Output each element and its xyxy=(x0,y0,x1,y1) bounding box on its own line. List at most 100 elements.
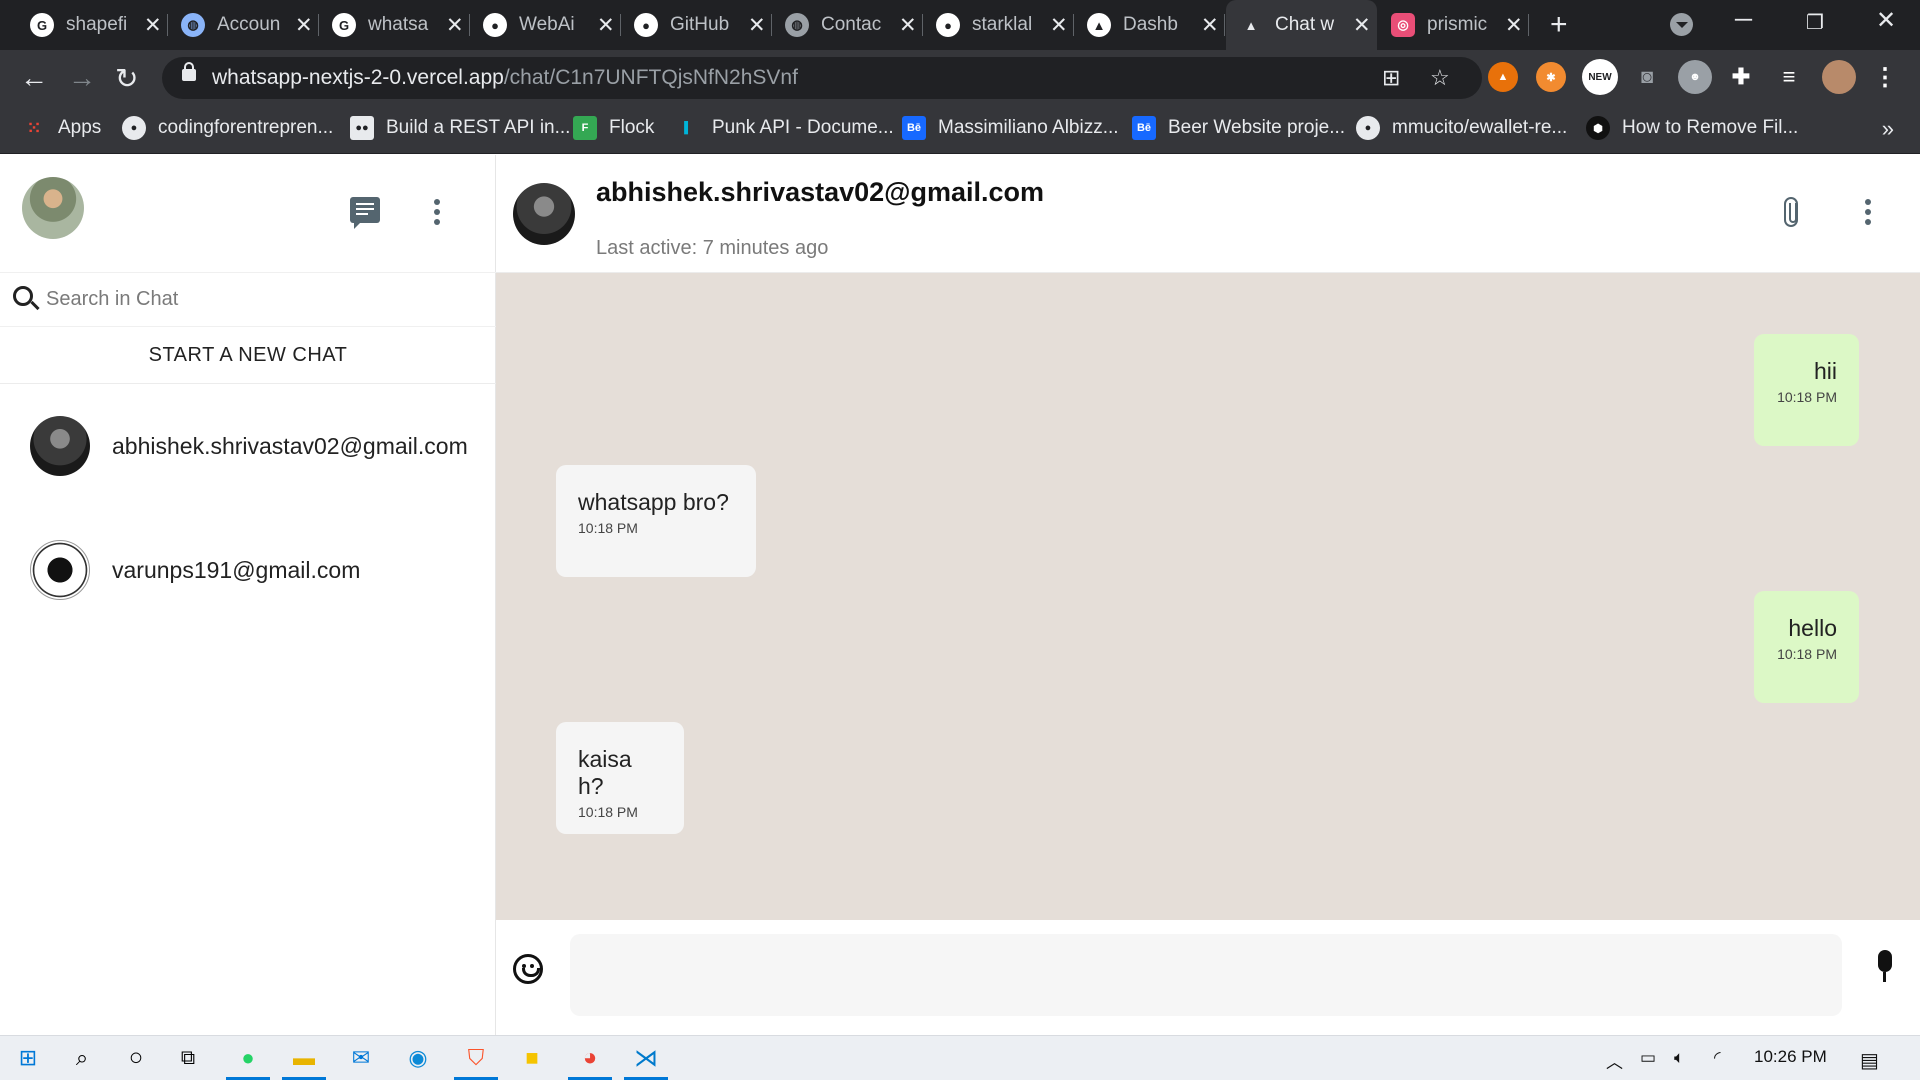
browser-tab[interactable]: ● starklal ✕ xyxy=(923,0,1074,50)
tab-title: Accoun xyxy=(217,14,281,35)
new-chat-icon[interactable] xyxy=(350,197,380,229)
browser-tab[interactable]: ◎ prismic ✕ xyxy=(1378,0,1529,50)
bookmark-star-icon[interactable]: ☆ xyxy=(1430,65,1450,91)
more-bookmarks-icon[interactable]: » xyxy=(1882,116,1894,142)
bookmark-item[interactable]: Bē Beer Website proje... xyxy=(1132,116,1345,140)
browser-tab[interactable]: ▲ Dashb ✕ xyxy=(1074,0,1225,50)
vercel-icon: ▲ xyxy=(1087,13,1111,37)
search-icon[interactable]: ⌕ xyxy=(68,1044,96,1072)
start-new-chat-button[interactable]: START A NEW CHAT xyxy=(0,327,496,384)
bookmark-label: Beer Website proje... xyxy=(1168,117,1346,138)
github-icon: ● xyxy=(634,13,658,37)
close-tab-icon[interactable]: ✕ xyxy=(446,13,464,38)
bookmark-item[interactable]: ⬢ How to Remove Fil... xyxy=(1586,116,1798,140)
chat-panel: abhishek.shrivastav02@gmail.com Last act… xyxy=(496,155,1920,1035)
cortana-icon[interactable]: ○ xyxy=(122,1044,150,1072)
browser-tab[interactable]: ● GitHub ✕ xyxy=(621,0,772,50)
message-text: hello xyxy=(1788,615,1837,641)
chrome-menu-icon[interactable]: ⋮ xyxy=(1870,62,1900,92)
close-tab-icon[interactable]: ✕ xyxy=(1505,13,1523,38)
file-explorer-icon[interactable]: ▬ xyxy=(282,1044,326,1080)
browser-tab[interactable]: G shapefi ✕ xyxy=(17,0,168,50)
bookmark-label: Flock xyxy=(609,117,655,138)
user-avatar[interactable] xyxy=(22,177,84,239)
contact-avatar xyxy=(30,540,90,600)
message-sent: hello 10:18 PM xyxy=(1754,591,1859,703)
close-tab-icon[interactable]: ✕ xyxy=(597,13,615,38)
reading-list-icon[interactable]: ≡ xyxy=(1774,62,1804,92)
close-tab-icon[interactable]: ✕ xyxy=(899,13,917,38)
url-text[interactable]: whatsapp-nextjs-2-0.vercel.app/chat/C1n7… xyxy=(212,66,798,90)
extension-profile-icon[interactable]: ☻ xyxy=(1678,60,1712,94)
browser-tab[interactable]: G whatsa ✕ xyxy=(319,0,470,50)
bookmark-label: How to Remove Fil... xyxy=(1622,117,1799,138)
close-tab-icon[interactable]: ✕ xyxy=(1201,13,1219,38)
windows-start-icon[interactable]: ⊞ xyxy=(14,1044,42,1072)
camera-icon[interactable]: ◙ xyxy=(1632,62,1662,92)
close-tab-icon[interactable]: ✕ xyxy=(144,13,162,38)
install-app-icon[interactable]: ⊞ xyxy=(1382,65,1400,91)
close-tab-icon[interactable]: ✕ xyxy=(295,13,313,38)
search-input[interactable] xyxy=(46,285,466,313)
tab-title: GitHub xyxy=(670,14,730,35)
browser-tab[interactable]: ◍ Accoun ✕ xyxy=(168,0,319,50)
bookmark-label: Massimiliano Albizz... xyxy=(938,117,1119,138)
mail-icon[interactable]: ✉ xyxy=(347,1044,375,1072)
chat-search xyxy=(0,273,496,327)
notifications-icon[interactable]: ▤ xyxy=(1860,1048,1879,1073)
close-tab-icon[interactable]: ✕ xyxy=(1353,13,1371,38)
browser-tab[interactable]: ● WebAi ✕ xyxy=(470,0,621,50)
flock-icon: F xyxy=(573,116,597,140)
task-view-icon[interactable]: ⧉ xyxy=(174,1044,202,1072)
browser-tab-active[interactable]: ▲ Chat w ✕ xyxy=(1226,0,1377,50)
chrome-icon[interactable]: ◕ xyxy=(568,1044,612,1080)
bookmark-item[interactable]: ⁙ Apps xyxy=(22,116,101,140)
wifi-icon[interactable]: ◜ xyxy=(1714,1048,1721,1068)
battery-icon[interactable]: ▭ xyxy=(1640,1048,1656,1068)
address-bar[interactable]: whatsapp-nextjs-2-0.vercel.app/chat/C1n7… xyxy=(162,57,1482,99)
bookmark-item[interactable]: F Flock xyxy=(573,116,654,140)
behance-icon: Bē xyxy=(1132,116,1156,140)
browser-toolbar: ← → ↻ whatsapp-nextjs-2-0.vercel.app/cha… xyxy=(0,50,1920,106)
close-tab-icon[interactable]: ✕ xyxy=(1050,13,1068,38)
volume-icon[interactable]: 🔈︎ xyxy=(1674,1048,1684,1068)
back-icon[interactable]: ← xyxy=(20,62,48,94)
more-options-icon[interactable] xyxy=(434,199,440,229)
whatsapp-icon[interactable]: ● xyxy=(226,1044,270,1080)
contact-item[interactable]: varunps191@gmail.com xyxy=(0,508,496,632)
contact-item[interactable]: abhishek.shrivastav02@gmail.com xyxy=(0,384,496,508)
extension-orange-icon[interactable]: ✱ xyxy=(1536,62,1566,92)
bookmark-item[interactable]: ● mmucito/ewallet-re... xyxy=(1356,116,1567,140)
taskbar-clock[interactable]: 10:26 PM xyxy=(1754,1047,1827,1067)
message-received: kaisa h? 10:18 PM xyxy=(556,722,684,834)
minimize-icon[interactable]: ─ xyxy=(1735,6,1752,34)
browser-tab[interactable]: ◍ Contac ✕ xyxy=(772,0,923,50)
bookmark-item[interactable]: ● codingforentrepren... xyxy=(122,116,333,140)
close-tab-icon[interactable]: ✕ xyxy=(748,13,766,38)
attach-file-icon[interactable] xyxy=(1784,197,1798,227)
edge-icon[interactable]: ◉ xyxy=(404,1044,432,1072)
brave-icon[interactable]: ⛉ xyxy=(454,1044,498,1080)
bookmark-item[interactable]: Bē Massimiliano Albizz... xyxy=(902,116,1119,140)
message-input[interactable] xyxy=(570,934,1842,1016)
new-tab-icon[interactable]: + xyxy=(1550,8,1568,42)
sticky-notes-icon[interactable]: ■ xyxy=(518,1044,546,1072)
microphone-icon[interactable] xyxy=(1878,950,1892,982)
bookmark-item[interactable]: ●● Build a REST API in... xyxy=(350,116,570,140)
show-hidden-icons[interactable]: ︿ xyxy=(1606,1048,1623,1073)
emoji-icon[interactable] xyxy=(513,954,543,984)
profile-avatar[interactable] xyxy=(1822,60,1856,94)
extension-new-icon[interactable]: NEW xyxy=(1582,59,1618,95)
restore-icon[interactable]: ❐ xyxy=(1806,10,1824,35)
reload-icon[interactable]: ↻ xyxy=(115,62,138,95)
bookmark-item[interactable]: ▌ Punk API - Docume... xyxy=(676,116,894,140)
chat-options-icon[interactable] xyxy=(1865,199,1871,229)
forward-icon[interactable]: → xyxy=(68,62,96,94)
close-window-icon[interactable]: ✕ xyxy=(1876,6,1896,35)
tab-search-icon[interactable] xyxy=(1670,13,1693,36)
vscode-icon[interactable]: ⋊ xyxy=(624,1044,668,1080)
recipient-avatar[interactable] xyxy=(513,183,575,245)
extensions-puzzle-icon[interactable]: ✚ xyxy=(1726,62,1756,92)
bookmarks-bar: ⁙ Apps ● codingforentrepren... ●● Build … xyxy=(0,106,1920,154)
extension-fire-icon[interactable]: ▲ xyxy=(1488,62,1518,92)
